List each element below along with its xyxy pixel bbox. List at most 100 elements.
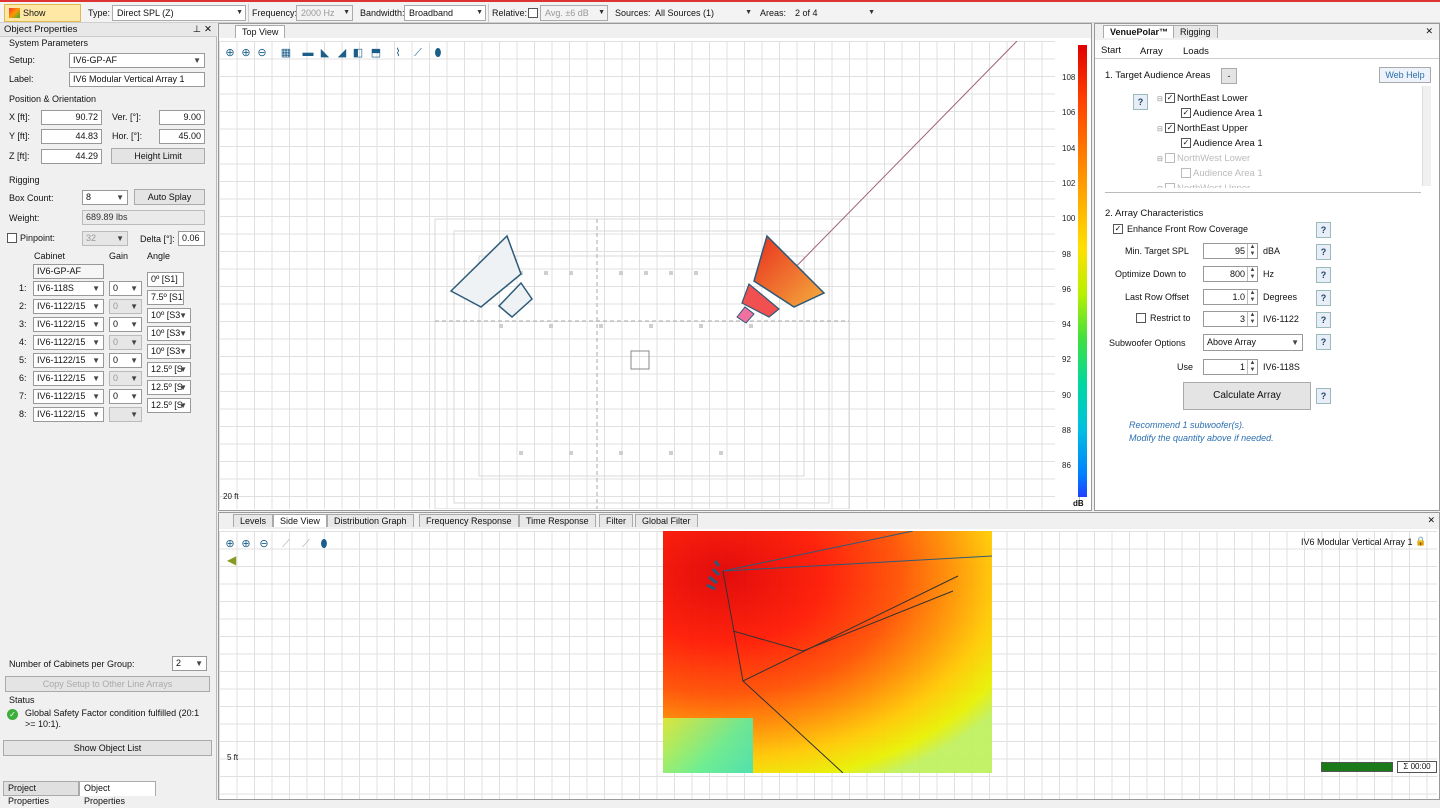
gain-select[interactable]: 0 ▼: [109, 317, 142, 332]
last-row-field[interactable]: 1.0 ▲ ▼: [1203, 289, 1258, 305]
zoom-out-icon[interactable]: ⊖: [257, 537, 271, 551]
gain-select[interactable]: 0 ▼: [109, 299, 142, 314]
ver-field[interactable]: 9.00: [159, 110, 205, 125]
gain-select[interactable]: 0 ▼: [109, 335, 142, 350]
tree-item[interactable]: ✓ Audience Area 1: [1181, 138, 1263, 152]
tab-project-properties[interactable]: Project Properties: [3, 781, 79, 806]
zoom-fit-icon[interactable]: ⊕: [223, 537, 237, 551]
help-button[interactable]: ?: [1316, 267, 1331, 283]
hor-field[interactable]: 45.00: [159, 129, 205, 144]
y-field[interactable]: 44.83: [41, 129, 102, 144]
spinner-icon[interactable]: ▲ ▼: [1247, 312, 1257, 326]
areas-select[interactable]: 2 of 4 ▼: [790, 5, 878, 21]
cabinet-select[interactable]: IV6-1122/15 ▼: [33, 389, 104, 404]
tree-scrollbar[interactable]: [1422, 86, 1431, 186]
tree-item[interactable]: ⊟ ✓ NorthEast Lower: [1157, 93, 1248, 107]
x-field[interactable]: 90.72: [41, 110, 102, 125]
tab-frequency-response[interactable]: Frequency Response: [419, 514, 519, 527]
angle-select[interactable]: 10º [S3 ▼: [147, 308, 191, 323]
tab-time-response[interactable]: Time Response: [519, 514, 596, 527]
cabinet-select[interactable]: IV6-1122/15 ▼: [33, 335, 104, 350]
tree-checkbox[interactable]: ✓: [1165, 93, 1175, 104]
angle-select[interactable]: 7.5º [S1]: [147, 290, 184, 305]
tab-filter[interactable]: Filter: [599, 514, 633, 527]
gain-select[interactable]: 0 ▼: [109, 389, 142, 404]
angle-select[interactable]: 10º [S3 ▼: [147, 326, 191, 341]
spinner-icon[interactable]: ▲ ▼: [1247, 267, 1257, 281]
tab-distribution-graph[interactable]: Distribution Graph: [327, 514, 414, 527]
help-button[interactable]: ?: [1316, 312, 1331, 328]
label-field[interactable]: IV6 Modular Vertical Array 1: [69, 72, 205, 87]
gain-select[interactable]: 0 ▼: [109, 371, 142, 386]
sources-select[interactable]: All Sources (1) ▼: [650, 5, 755, 21]
tree-checkbox[interactable]: ✓: [1165, 123, 1175, 134]
height-limit-button[interactable]: Height Limit: [111, 148, 205, 164]
close-icon[interactable]: ✕: [1425, 26, 1433, 37]
enhance-checkbox[interactable]: ✓: [1113, 224, 1123, 234]
gain-select[interactable]: ▼: [109, 407, 142, 422]
frequency-select[interactable]: 2000 Hz ▼: [296, 5, 353, 21]
relative-select[interactable]: Avg. ±6 dB ▼: [540, 5, 608, 21]
gain-select[interactable]: 0 ▼: [109, 281, 142, 296]
cabinet-select[interactable]: IV6-1122/15 ▼: [33, 407, 104, 422]
help-button[interactable]: ?: [1316, 244, 1331, 260]
relative-checkbox[interactable]: [528, 8, 538, 18]
angle-select[interactable]: 12.5º [S ▼: [147, 362, 191, 377]
angle-select[interactable]: 12.5º [S ▼: [147, 380, 191, 395]
pin-icon[interactable]: ⊥: [193, 23, 201, 36]
tree-item[interactable]: ⊟ NorthWest Lower: [1157, 153, 1250, 167]
tree-expander-icon[interactable]: ⊟: [1157, 155, 1163, 163]
cabinet-select[interactable]: IV6-1122/15 ▼: [33, 317, 104, 332]
tree-item[interactable]: Audience Area 1: [1181, 168, 1263, 182]
probe-icon[interactable]: ⬮: [317, 537, 331, 551]
min-spl-field[interactable]: 95 ▲ ▼: [1203, 243, 1258, 259]
tree-expander-icon[interactable]: ⊟: [1157, 95, 1163, 103]
tab-side-view[interactable]: Side View: [273, 514, 327, 527]
pinpoint-checkbox[interactable]: [7, 233, 17, 243]
copy-setup-button[interactable]: Copy Setup to Other Line Arrays: [5, 676, 210, 692]
help-button[interactable]: ?: [1316, 388, 1331, 404]
spinner-icon[interactable]: ▲ ▼: [1247, 360, 1257, 374]
gain-select[interactable]: 0 ▼: [109, 353, 142, 368]
pinpoint-select[interactable]: 32 ▼: [82, 231, 128, 246]
tree-checkbox[interactable]: [1165, 153, 1175, 164]
tab-top-view[interactable]: Top View: [235, 25, 286, 38]
bandwidth-select[interactable]: Broadband ▼: [404, 5, 486, 21]
tree-expander-icon[interactable]: ⊟: [1157, 185, 1163, 188]
subwoofer-options-select[interactable]: Above Array ▼: [1203, 334, 1303, 351]
cabinets-per-group-select[interactable]: 2 ▼: [172, 656, 207, 671]
tab-object-properties[interactable]: Object Properties: [79, 781, 156, 806]
lock-icon[interactable]: 🔒: [1415, 536, 1426, 547]
tree-checkbox[interactable]: ✓: [1181, 138, 1191, 149]
angle-select[interactable]: 12.5º [S ▼: [147, 398, 191, 413]
show-object-list-button[interactable]: Show Object List: [3, 740, 212, 756]
tree-checkbox[interactable]: [1165, 183, 1175, 188]
zoom-in-icon[interactable]: ⊕: [239, 537, 253, 551]
auto-splay-button[interactable]: Auto Splay: [134, 189, 205, 205]
spinner-icon[interactable]: ▲ ▼: [1247, 244, 1257, 258]
box-count-select[interactable]: 8 ▼: [82, 190, 128, 205]
spinner-icon[interactable]: ▲ ▼: [1247, 290, 1257, 304]
tree-item[interactable]: ✓ Audience Area 1: [1181, 108, 1263, 122]
cabinet-select[interactable]: IV6-1122/15 ▼: [33, 371, 104, 386]
cabinet-select[interactable]: IV6-118S ▼: [33, 281, 104, 296]
tab-levels[interactable]: Levels: [233, 514, 274, 527]
tree-checkbox[interactable]: ✓: [1181, 108, 1191, 119]
tree-item[interactable]: ⊟NorthWest Upper: [1157, 183, 1250, 188]
calculate-array-button[interactable]: Calculate Array: [1183, 382, 1311, 410]
cabinet-select[interactable]: IV6-1122/15 ▼: [33, 353, 104, 368]
setup-select[interactable]: IV6-GP-AF ▼: [69, 53, 205, 68]
delta-field[interactable]: 0.06: [178, 231, 205, 246]
restrict-field[interactable]: 3 ▲ ▼: [1203, 311, 1258, 327]
angle-select[interactable]: 0º [S1]: [147, 272, 184, 287]
tree-checkbox[interactable]: [1181, 168, 1191, 179]
show-mapping-button[interactable]: Show Mapping: [4, 4, 81, 34]
chart-icon[interactable]: ⟋: [279, 537, 293, 551]
tab-global-filter[interactable]: Global Filter: [635, 514, 698, 527]
optimize-field[interactable]: 800 ▲ ▼: [1203, 266, 1258, 282]
angle-select[interactable]: 10º [S3 ▼: [147, 344, 191, 359]
close-icon[interactable]: ✕: [204, 23, 212, 36]
line-tool-icon[interactable]: ⟋: [299, 537, 313, 551]
z-field[interactable]: 44.29: [41, 149, 102, 164]
tree-item[interactable]: ⊟ ✓ NorthEast Upper: [1157, 123, 1248, 137]
